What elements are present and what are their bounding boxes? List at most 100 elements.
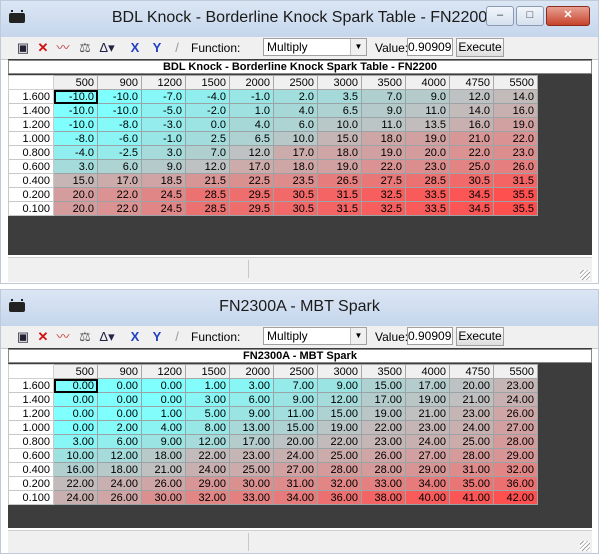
table-cell[interactable]: 7.0	[361, 89, 406, 104]
table-cell[interactable]: 18.0	[361, 131, 406, 146]
column-header[interactable]: 4750	[449, 364, 494, 379]
table-cell[interactable]: 19.00	[405, 392, 450, 407]
table-cell[interactable]: 7.00	[273, 378, 318, 393]
close-button[interactable]: ✕	[546, 6, 590, 26]
table-cell[interactable]: 34.00	[273, 490, 318, 505]
table-cell[interactable]: 6.5	[317, 103, 362, 118]
table-cell[interactable]: 12.0	[449, 89, 494, 104]
table-cell[interactable]: 9.00	[229, 406, 274, 421]
table-cell[interactable]: 31.5	[493, 173, 538, 188]
table-cell[interactable]: 1.00	[141, 406, 186, 421]
table-cell[interactable]: 23.0	[405, 159, 450, 174]
table-cell[interactable]: 28.5	[405, 173, 450, 188]
table-cell[interactable]: -2.0	[185, 103, 230, 118]
table-cell[interactable]: 19.0	[405, 131, 450, 146]
table-cell[interactable]: 4.0	[273, 103, 318, 118]
table-cell[interactable]: -5.0	[141, 103, 186, 118]
table-cell[interactable]: 31.00	[449, 462, 494, 477]
table-cell[interactable]: 42.00	[493, 490, 538, 505]
y-axis-icon[interactable]: Y	[149, 329, 165, 345]
chevron-down-icon[interactable]: ▼	[350, 39, 366, 55]
table-cell[interactable]: 36.00	[493, 476, 538, 491]
table-cell[interactable]: 2.5	[185, 131, 230, 146]
table-cell[interactable]: 31.5	[317, 187, 362, 202]
delete-icon[interactable]: ✕	[35, 329, 51, 345]
row-header[interactable]: 1.200	[8, 406, 54, 421]
column-header[interactable]: 1200	[141, 364, 186, 379]
table-cell[interactable]: 20.0	[405, 145, 450, 160]
table-cell[interactable]: 25.00	[229, 462, 274, 477]
table-cell[interactable]: 0.00	[141, 392, 186, 407]
row-header[interactable]: 0.200	[8, 187, 54, 202]
table-cell[interactable]: 24.00	[185, 462, 230, 477]
column-header[interactable]: 4000	[405, 364, 450, 379]
column-header[interactable]: 1500	[185, 75, 230, 90]
column-header[interactable]: 2000	[229, 75, 274, 90]
table-cell[interactable]: 30.5	[449, 173, 494, 188]
table-cell[interactable]: 23.00	[449, 406, 494, 421]
table-cell[interactable]: 9.00	[273, 392, 318, 407]
table-cell[interactable]: 16.00	[53, 462, 98, 477]
table-cell[interactable]: 38.00	[361, 490, 406, 505]
table-cell[interactable]: 0.00	[141, 378, 186, 393]
execute-button[interactable]: Execute	[456, 327, 504, 346]
table-cell[interactable]: 15.00	[317, 406, 362, 421]
table-cell[interactable]: 20.00	[449, 378, 494, 393]
table-cell[interactable]: -1.0	[141, 131, 186, 146]
table-cell[interactable]: 26.5	[317, 173, 362, 188]
table-cell[interactable]: 7.0	[185, 145, 230, 160]
table-cell[interactable]: -1.0	[229, 89, 274, 104]
table-cell[interactable]: 22.00	[317, 434, 362, 449]
table-cell[interactable]: 26.0	[493, 159, 538, 174]
table-cell[interactable]: 0.00	[53, 406, 98, 421]
table-cell[interactable]: 3.00	[53, 434, 98, 449]
column-header[interactable]: 900	[97, 364, 142, 379]
column-header[interactable]: 3500	[361, 364, 406, 379]
table-cell[interactable]: 14.0	[449, 103, 494, 118]
table-cell[interactable]: 25.0	[449, 159, 494, 174]
table-cell[interactable]: 12.00	[317, 392, 362, 407]
table-cell[interactable]: 11.00	[273, 406, 318, 421]
table-cell[interactable]: 4.00	[141, 420, 186, 435]
table-cell[interactable]: 23.00	[229, 448, 274, 463]
table-cell[interactable]: 18.0	[317, 145, 362, 160]
row-header[interactable]: 1.400	[8, 392, 54, 407]
value-input[interactable]: 0.90909	[407, 38, 453, 56]
table-cell[interactable]: 20.0	[53, 201, 98, 216]
table-cell[interactable]: 25.00	[449, 434, 494, 449]
table-cell[interactable]: 3.0	[53, 159, 98, 174]
resize-grip-icon[interactable]	[580, 270, 590, 280]
table-cell[interactable]: 23.00	[493, 378, 538, 393]
table-cell[interactable]: 11.0	[361, 117, 406, 132]
table-cell[interactable]: 11.0	[405, 103, 450, 118]
table-cell[interactable]: 26.00	[361, 448, 406, 463]
table-cell[interactable]: 17.0	[273, 145, 318, 160]
table-cell[interactable]: 19.0	[317, 159, 362, 174]
table-cell[interactable]: 13.5	[405, 117, 450, 132]
table-cell[interactable]: 22.5	[229, 173, 274, 188]
y-axis-icon[interactable]: Y	[149, 40, 165, 56]
table-cell[interactable]: 6.5	[229, 131, 274, 146]
table-cell[interactable]: 19.0	[493, 117, 538, 132]
column-header[interactable]: 3500	[361, 75, 406, 90]
table-cell[interactable]: 26.00	[141, 476, 186, 491]
table-cell[interactable]: 20.00	[273, 434, 318, 449]
table-cell[interactable]: 0.00	[53, 392, 98, 407]
table-cell[interactable]: 12.00	[185, 434, 230, 449]
table-cell[interactable]: 32.00	[317, 476, 362, 491]
save-icon[interactable]: ▣	[15, 329, 31, 345]
table-cell[interactable]: 10.00	[53, 448, 98, 463]
row-header[interactable]: 1.400	[8, 103, 54, 118]
table-cell[interactable]: 17.0	[229, 159, 274, 174]
table-cell[interactable]: 33.00	[229, 490, 274, 505]
table-cell[interactable]: 22.0	[493, 131, 538, 146]
column-header[interactable]: 4000	[405, 75, 450, 90]
table-cell[interactable]: 15.00	[361, 378, 406, 393]
table-cell[interactable]: 21.00	[449, 392, 494, 407]
table-cell[interactable]: 22.00	[53, 476, 98, 491]
table-cell[interactable]: 19.00	[361, 406, 406, 421]
table-cell[interactable]: 24.5	[141, 201, 186, 216]
table-cell[interactable]: 27.00	[493, 420, 538, 435]
table-cell[interactable]: 17.00	[405, 378, 450, 393]
table-cell[interactable]: 3.5	[317, 89, 362, 104]
